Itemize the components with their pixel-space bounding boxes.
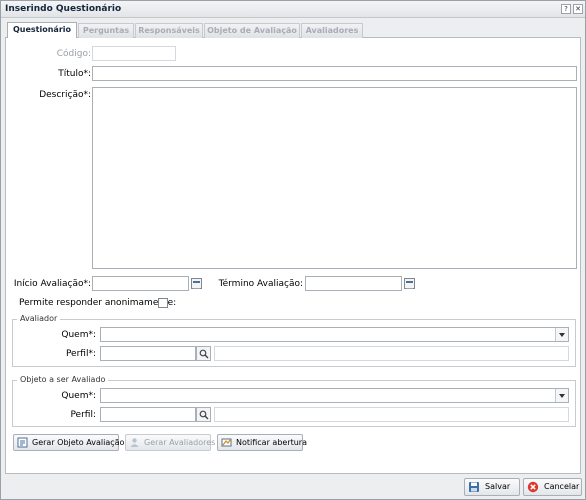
gerar-objeto-button[interactable]: Gerar Objeto Avaliação — [13, 434, 124, 451]
titulo-label: Título*: — [58, 69, 91, 79]
save-label: Salvar — [485, 482, 511, 491]
cancel-icon — [527, 481, 539, 493]
tab-questionario[interactable]: Questionário — [7, 22, 77, 38]
notify-icon — [221, 438, 232, 447]
search-icon[interactable] — [196, 346, 211, 361]
notificar-abertura-label: Notificar abertura — [236, 438, 307, 447]
gerar-objeto-label: Gerar Objeto Avaliação — [32, 438, 125, 447]
close-icon[interactable]: ✕ — [573, 4, 583, 14]
descricao-textarea[interactable] — [92, 87, 577, 269]
search-icon[interactable] — [196, 407, 211, 422]
tab-responsaveis[interactable]: Responsáveis — [135, 23, 203, 38]
termino-label: Término Avaliação: — [218, 279, 303, 289]
gerar-avaliadores-label: Gerar Avaliadores — [144, 438, 216, 447]
avaliador-perfil-description — [214, 346, 569, 361]
save-icon — [469, 482, 479, 492]
cancel-button[interactable]: Cancelar — [523, 478, 582, 496]
chevron-down-icon[interactable] — [555, 389, 568, 402]
notificar-abertura-button[interactable]: Notificar abertura — [217, 434, 307, 451]
objeto-legend: Objeto a ser Avaliado — [17, 375, 109, 384]
objeto-perfil-description — [214, 407, 569, 422]
title-bar: Inserindo Questionário ? ✕ — [1, 1, 585, 18]
descricao-label: Descrição*: — [39, 90, 91, 100]
form-icon — [17, 437, 28, 448]
users-icon — [130, 438, 139, 447]
anonimo-label: Permite responder anonimamente: — [19, 298, 177, 308]
calendar-icon[interactable] — [404, 278, 415, 289]
objeto-quem-label: Quem*: — [61, 391, 96, 401]
tab-avaliadores[interactable]: Avaliadores — [301, 23, 363, 38]
tab-objeto-avaliacao[interactable]: Objeto de Avaliação — [204, 23, 300, 38]
inicio-label: Início Avaliação*: — [13, 279, 91, 289]
inicio-field[interactable] — [92, 276, 189, 291]
cancel-label: Cancelar — [544, 482, 580, 491]
avaliador-legend: Avaliador — [17, 314, 61, 323]
objeto-quem-select[interactable] — [100, 388, 569, 403]
gerar-avaliadores-button[interactable]: Gerar Avaliadores — [125, 434, 215, 451]
termino-field[interactable] — [305, 276, 402, 291]
avaliador-quem-label: Quem*: — [61, 330, 96, 340]
chevron-down-icon[interactable] — [555, 328, 568, 341]
questionario-dialog: Inserindo Questionário ? ✕ Questionário … — [0, 0, 586, 500]
dialog-title: Inserindo Questionário — [5, 4, 122, 14]
save-button[interactable]: Salvar — [464, 478, 520, 496]
tab-strip: Questionário Perguntas Responsáveis Obje… — [5, 21, 581, 38]
codigo-label: Código: — [56, 49, 91, 59]
objeto-perfil-label: Perfil: — [70, 410, 96, 420]
form-panel: Código: Título*: Descrição*: Início Aval… — [5, 38, 581, 474]
avaliador-perfil-field[interactable] — [100, 346, 196, 361]
tab-perguntas[interactable]: Perguntas — [78, 23, 134, 38]
anonimo-checkbox[interactable] — [158, 298, 168, 308]
avaliador-perfil-label: Perfil*: — [65, 349, 96, 359]
help-icon[interactable]: ? — [561, 4, 571, 14]
codigo-field — [92, 46, 176, 61]
avaliador-quem-select[interactable] — [100, 327, 569, 342]
titulo-field[interactable] — [92, 66, 577, 81]
calendar-icon[interactable] — [191, 278, 202, 289]
objeto-perfil-field[interactable] — [100, 407, 196, 422]
